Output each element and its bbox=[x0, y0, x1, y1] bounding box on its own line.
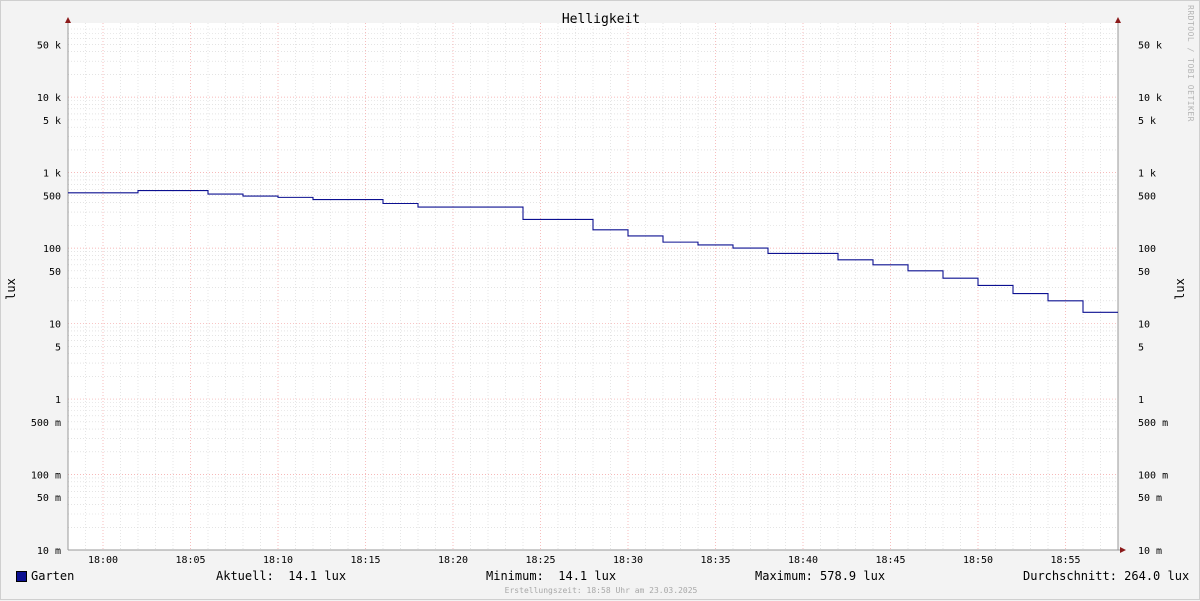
x-tick-label: 18:45 bbox=[875, 555, 905, 566]
y-tick-label-left: 500 m bbox=[31, 418, 61, 429]
chart-frame: 50 k 50 k 10 k 10 k 5 k 5 k 1 k 1 k 500 500 100 100… bbox=[0, 0, 1200, 600]
x-tick-label: 18:00 bbox=[88, 555, 118, 566]
y-tick-label-right: 10 m bbox=[1138, 546, 1162, 557]
y-tick-label-left: 50 bbox=[49, 267, 61, 278]
y-tick-label-right: 5 bbox=[1138, 342, 1144, 353]
y-tick-label-right: 1 bbox=[1138, 395, 1144, 406]
x-axis-arrow bbox=[1120, 547, 1126, 553]
y-tick-label-left: 1 bbox=[55, 395, 61, 406]
x-tick-label: 18:40 bbox=[788, 555, 818, 566]
chart-plot: 50 k 50 k 10 k 10 k 5 k 5 k 1 k 1 k 500 500 100 100… bbox=[4, 17, 1187, 566]
y-tick-label-right: 500 bbox=[1138, 191, 1156, 202]
y-tick-label-left: 1 k bbox=[43, 169, 61, 180]
legend-minimum-value: Minimum: 14.1 lux bbox=[486, 569, 617, 583]
y-tick-label-right: 100 m bbox=[1138, 471, 1168, 482]
x-tick-label: 18:20 bbox=[438, 555, 468, 566]
x-tick-label: 18:10 bbox=[263, 555, 293, 566]
y-axis-label-right: lux bbox=[1173, 278, 1187, 300]
watermark: RRDTOOL / TOBI OETIKER bbox=[1186, 5, 1195, 122]
x-tick-label: 18:25 bbox=[525, 555, 555, 566]
y-tick-label-right: 50 k bbox=[1138, 40, 1162, 51]
y-tick-label-right: 10 k bbox=[1138, 93, 1162, 104]
x-tick-label: 18:30 bbox=[613, 555, 643, 566]
y-tick-label-left: 50 k bbox=[37, 40, 61, 51]
legend-average-value: Durchschnitt: 264.0 lux bbox=[1023, 569, 1190, 583]
y-tick-label-right: 50 bbox=[1138, 267, 1150, 278]
y-tick-label-left: 5 k bbox=[43, 116, 61, 127]
y-tick-label-left: 100 m bbox=[31, 471, 61, 482]
x-tick-label: 18:15 bbox=[350, 555, 380, 566]
y-tick-label-left: 5 bbox=[55, 342, 61, 353]
x-tick-label: 18:05 bbox=[175, 555, 205, 566]
legend-current-value: Aktuell: 14.1 lux bbox=[216, 569, 347, 583]
y-tick-label-left: 10 k bbox=[37, 93, 61, 104]
y-tick-label-right: 1 k bbox=[1138, 169, 1156, 180]
x-tick-label: 18:55 bbox=[1050, 555, 1080, 566]
y-tick-label-right: 100 bbox=[1138, 244, 1156, 255]
y-tick-label-left: 500 bbox=[43, 191, 61, 202]
legend: Garten Aktuell: 14.1 lux Minimum: 14.1 l… bbox=[1, 569, 1200, 585]
y-tick-label-left: 10 bbox=[49, 320, 61, 331]
x-tick-label: 18:50 bbox=[963, 555, 993, 566]
y-tick-label-right: 10 bbox=[1138, 320, 1150, 331]
y-tick-label-right: 5 k bbox=[1138, 116, 1156, 127]
creation-timestamp: Erstellungszeit: 18:58 Uhr am 23.03.2025 bbox=[504, 586, 698, 595]
y-tick-label-left: 10 m bbox=[37, 546, 61, 557]
y-tick-label-left: 50 m bbox=[37, 493, 61, 504]
legend-swatch-garten bbox=[16, 571, 27, 582]
y-tick-label-right: 500 m bbox=[1138, 418, 1168, 429]
x-tick-label: 18:35 bbox=[700, 555, 730, 566]
legend-series-name: Garten bbox=[31, 569, 75, 583]
y-axis-label-left: lux bbox=[4, 278, 18, 300]
y-tick-label-right: 50 m bbox=[1138, 493, 1162, 504]
legend-maximum-value: Maximum: 578.9 lux bbox=[755, 569, 886, 583]
chart-title: Helligkeit bbox=[561, 12, 641, 27]
y-tick-label-left: 100 bbox=[43, 244, 61, 255]
